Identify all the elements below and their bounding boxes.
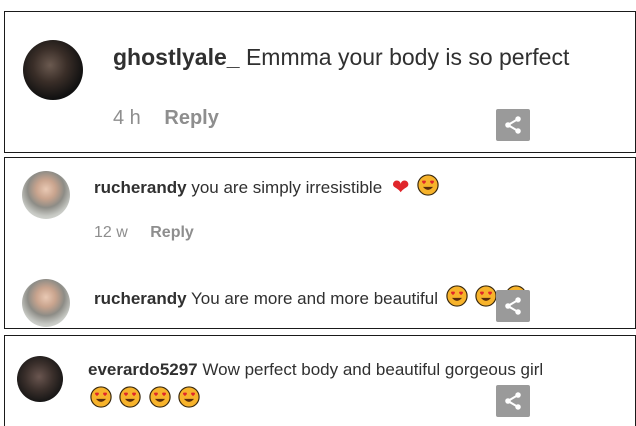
heart-eyes-icon [149,386,171,408]
comment-username[interactable]: ghostlyale_ [113,44,240,70]
comment-panel-2: rucherandy you are simply irresistible ❤… [4,157,636,329]
comment-line: ghostlyale_ Emmma your body is so perfec… [113,44,569,71]
heart-eyes-icon [119,386,141,408]
heart-eyes-icon [446,285,468,307]
comment-text: Wow perfect body and beautiful gorgeous … [202,360,544,379]
comment-panel-3: everardo5297 Wow perfect body and beauti… [4,335,636,426]
reply-button[interactable]: Reply [150,224,194,241]
heart-eyes-icon [417,174,439,196]
comment-text: Emmma your body is so perfect [245,44,570,70]
comment-text: you are simply irresistible [191,178,383,197]
share-button[interactable] [496,385,530,417]
share-button[interactable] [496,109,530,141]
comment-line: rucherandy you are simply irresistible ❤ [94,174,439,200]
comment-meta: 12 w Reply [94,224,194,242]
comment-time: 4 h [113,107,141,129]
share-icon [502,390,524,412]
avatar[interactable] [23,40,83,100]
heart-eyes-icon [475,285,497,307]
emoji-row [87,386,200,410]
comment-text: You are more and more beautiful [191,289,438,308]
reply-button[interactable]: Reply [164,107,218,129]
comment-username[interactable]: rucherandy [94,289,187,308]
heart-eyes-icon [178,386,200,408]
share-button[interactable] [496,290,530,322]
comment-meta: 4 h Reply [113,107,219,130]
share-icon [502,295,524,317]
avatar[interactable] [22,279,70,327]
comment-line: rucherandy You are more and more beautif… [94,285,527,309]
comment-time: 12 w [94,224,128,241]
avatar[interactable] [17,356,63,402]
red-heart-icon: ❤ [391,176,410,199]
comment-panel-1: ghostlyale_ Emmma your body is so perfec… [4,11,636,153]
avatar[interactable] [22,171,70,219]
comment-username[interactable]: everardo5297 [88,360,198,379]
comment-line: everardo5297 Wow perfect body and beauti… [88,360,543,380]
comment-username[interactable]: rucherandy [94,178,187,197]
share-icon [502,114,524,136]
heart-eyes-icon [90,386,112,408]
